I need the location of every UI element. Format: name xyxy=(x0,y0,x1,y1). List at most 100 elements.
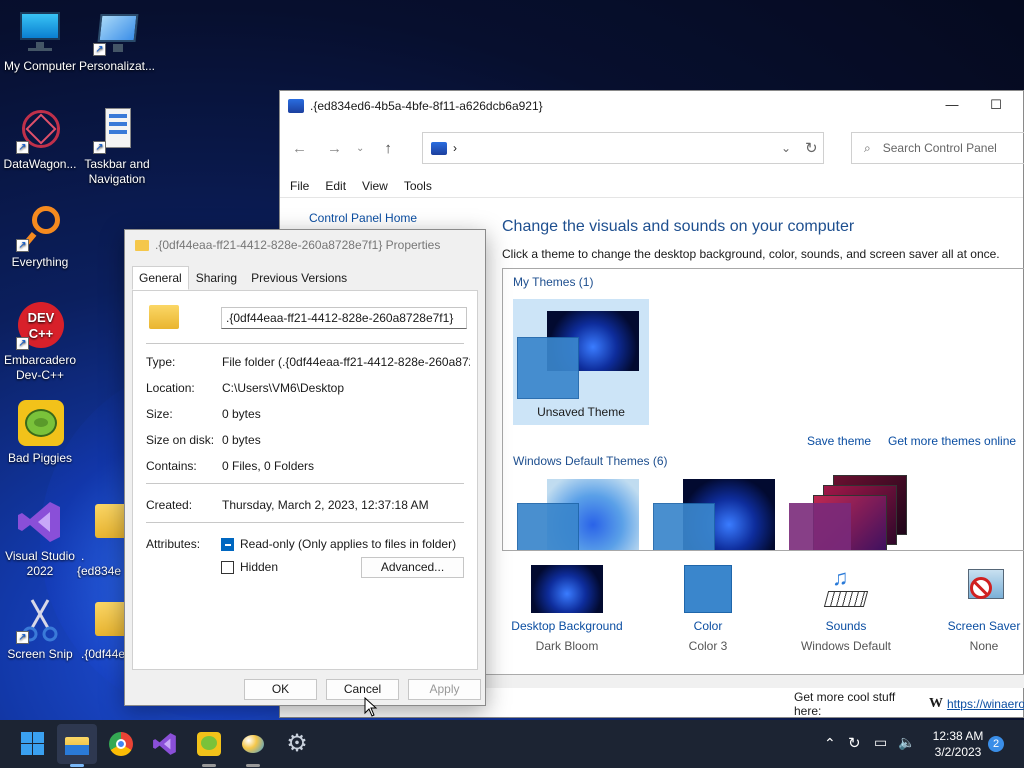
created-row: Created: Thursday, March 2, 2023, 12:37:… xyxy=(146,498,429,512)
up-arrow-icon[interactable]: ↑ xyxy=(384,140,392,157)
scissors-icon: ↗ xyxy=(16,596,64,644)
volume-icon[interactable]: 🔈 xyxy=(898,734,915,751)
control-panel-home-link[interactable]: Control Panel Home xyxy=(309,211,417,225)
notification-badge[interactable]: 2 xyxy=(988,736,1004,752)
desktop-icon-devcpp[interactable]: DEV C++ ↗ Embarcadero Dev-C++ xyxy=(0,302,80,383)
folder-name-input[interactable]: .{0df44eaa-ff21-4412-828e-260a8728e7f1} xyxy=(221,307,467,329)
general-tab-panel: .{0df44eaa-ff21-4412-828e-260a8728e7f1} … xyxy=(132,290,478,670)
maximize-button[interactable]: ☐ xyxy=(986,97,1006,115)
address-path: › xyxy=(453,141,457,155)
back-arrow-icon[interactable]: ← xyxy=(292,140,307,157)
shortcut-arrow-icon: ↗ xyxy=(16,631,29,644)
properties-dialog: .{0df44eaa-ff21-4412-828e-260a8728e7f1} … xyxy=(124,229,486,706)
file-explorer-icon[interactable] xyxy=(64,731,90,757)
forward-arrow-icon[interactable]: → xyxy=(327,140,342,157)
size-on-disk-row: Size on disk: 0 bytes xyxy=(146,433,261,447)
theme-color-swatch xyxy=(517,503,579,550)
folder-icon xyxy=(149,305,179,329)
desktop-icon-everything[interactable]: ↗ Everything xyxy=(0,204,80,270)
desktop-icon-screen-snip[interactable]: ↗ Screen Snip xyxy=(0,596,80,662)
tab-sharing[interactable]: Sharing xyxy=(189,266,244,290)
default-themes-label: Windows Default Themes (6) xyxy=(513,454,668,468)
search-input[interactable]: ⌕ Search Control Panel xyxy=(851,132,1024,164)
desktop-icon-0df44e-folder[interactable]: .{0df44e xyxy=(77,596,127,662)
my-themes-label: My Themes (1) xyxy=(513,275,594,289)
desktop-icon-bad-piggies[interactable]: Bad Piggies xyxy=(0,400,80,466)
desktop-icon-datawagon[interactable]: ↗ DataWagon... xyxy=(0,106,80,172)
desktop-icon-taskbar-navigation[interactable]: ↗ Taskbar and Navigation xyxy=(77,106,157,187)
bad-piggies-icon xyxy=(16,400,64,448)
folder-icon xyxy=(135,239,149,251)
hidden-checkbox[interactable] xyxy=(221,561,234,574)
desktop-icon-ed834e-folder[interactable]: .{ed834e xyxy=(77,498,127,579)
control-panel-titlebar[interactable]: .{ed834ed6-4b5a-4bfe-8f11-a626dcb6a921} … xyxy=(280,91,1023,121)
color-setting[interactable]: Color Color 3 xyxy=(643,565,773,653)
page-heading: Change the visuals and sounds on your co… xyxy=(502,218,855,235)
get-more-themes-link[interactable]: Get more themes online xyxy=(888,434,1016,448)
theme-windows-light[interactable] xyxy=(513,475,649,550)
size-row: Size: 0 bytes xyxy=(146,407,261,421)
control-panel-icon xyxy=(431,141,447,155)
monitor-icon xyxy=(16,8,64,56)
desktop-icon-my-computer[interactable]: My Computer xyxy=(0,8,80,74)
network-icon[interactable]: ▭ xyxy=(874,734,887,751)
visual-studio-icon xyxy=(16,498,64,546)
winaero-link[interactable]: https://winaero xyxy=(947,697,1024,711)
desktop-icon-personalization[interactable]: ↗ Personalizat... xyxy=(77,8,157,74)
refresh-icon[interactable]: ↻ xyxy=(805,139,818,157)
start-windows-icon[interactable] xyxy=(20,731,46,757)
tab-previous-versions[interactable]: Previous Versions xyxy=(244,266,354,290)
menu-view[interactable]: View xyxy=(362,179,388,193)
screen-saver-icon xyxy=(960,565,1008,613)
ok-button[interactable]: OK xyxy=(244,679,317,700)
sync-icon[interactable]: ↻ xyxy=(848,734,861,752)
theme-settings-bar: Desktop Background Dark Bloom Color Colo… xyxy=(502,565,1024,665)
location-row: Location: C:\Users\VM6\Desktop xyxy=(146,381,345,395)
system-tray: ⌃ ↻ ▭ 🔈 xyxy=(822,720,922,768)
theme-glow[interactable] xyxy=(785,475,921,550)
running-indicator xyxy=(246,764,260,767)
readonly-checkbox[interactable] xyxy=(221,538,234,551)
menu-tools[interactable]: Tools xyxy=(404,179,432,193)
personalization-icon: ↗ xyxy=(93,8,141,56)
running-indicator xyxy=(70,764,84,767)
chevron-up-icon[interactable]: ⌃ xyxy=(824,735,836,752)
winaero-logo-icon: W xyxy=(928,696,943,711)
menu-file[interactable]: File xyxy=(290,179,309,193)
hidden-label: Hidden xyxy=(240,560,279,574)
shortcut-arrow-icon: ↗ xyxy=(16,239,29,252)
chrome-icon[interactable] xyxy=(108,731,134,757)
desktop-icon-visual-studio[interactable]: Visual Studio 2022 xyxy=(0,498,80,579)
bad-piggies-taskbar-icon[interactable] xyxy=(196,731,222,757)
visual-studio-taskbar-icon[interactable] xyxy=(152,731,178,757)
settings-gear-icon[interactable]: ⚙ xyxy=(284,731,310,757)
theme-unsaved[interactable]: Unsaved Theme xyxy=(513,299,649,425)
sounds-setting[interactable]: ♫ Sounds Windows Default xyxy=(781,565,911,653)
sounds-icon: ♫ xyxy=(822,565,870,613)
save-theme-link[interactable]: Save theme xyxy=(807,434,871,448)
menu-edit[interactable]: Edit xyxy=(325,179,346,193)
recent-chevron-icon[interactable]: ⌄ xyxy=(356,143,364,154)
address-bar[interactable]: › ⌄ ↻ xyxy=(422,132,824,164)
screen-saver-setting[interactable]: Screen Saver None xyxy=(919,565,1024,653)
chevron-down-icon[interactable]: ⌄ xyxy=(781,141,791,155)
mouse-cursor-icon xyxy=(364,697,378,717)
tab-general[interactable]: General xyxy=(132,266,189,290)
readonly-label: Read-only (Only applies to files in fold… xyxy=(240,537,457,551)
apply-button[interactable]: Apply xyxy=(408,679,481,700)
properties-titlebar[interactable]: .{0df44eaa-ff21-4412-828e-260a8728e7f1} … xyxy=(125,230,485,260)
paint-app-icon[interactable] xyxy=(240,731,266,757)
divider xyxy=(146,522,464,523)
theme-windows-dark[interactable] xyxy=(649,475,785,550)
taskbar: ⚙ ⌃ ↻ ▭ 🔈 12:38 AM 3/2/2023 2 xyxy=(0,720,1024,768)
clock[interactable]: 12:38 AM 3/2/2023 xyxy=(930,720,986,768)
desktop-background-setting[interactable]: Desktop Background Dark Bloom xyxy=(502,565,632,653)
cancel-button[interactable]: Cancel xyxy=(326,679,399,700)
advanced-button[interactable]: Advanced... xyxy=(361,557,464,578)
properties-title: .{0df44eaa-ff21-4412-828e-260a8728e7f1} … xyxy=(155,238,441,252)
theme-color-swatch xyxy=(789,503,851,550)
minimize-button[interactable]: — xyxy=(942,97,962,115)
properties-tabs: General Sharing Previous Versions xyxy=(132,266,354,290)
themes-list: My Themes (1) Unsaved Theme Save theme G… xyxy=(502,268,1024,551)
taskbar-settings-icon: ↗ xyxy=(93,106,141,154)
